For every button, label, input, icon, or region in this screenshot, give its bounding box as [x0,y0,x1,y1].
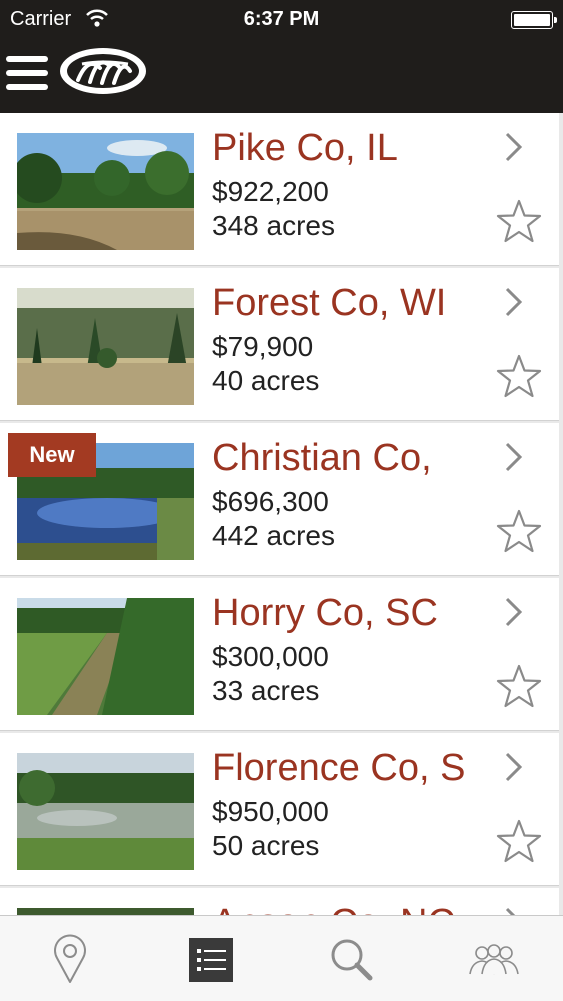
tab-map[interactable] [0,916,140,1001]
search-icon [331,939,373,981]
chevron-right-icon[interactable] [502,131,526,168]
listing-row[interactable]: Forest Co, WI $79,900 40 acres [0,268,559,421]
listing-acres: 348 acres [212,210,335,241]
top-nav-bar [0,38,563,113]
listing-price: $922,200 [212,176,329,207]
battery-icon [511,11,557,29]
listing-title: Horry Co, SC [212,592,438,634]
listing-photo [17,908,194,915]
tab-list[interactable] [140,916,280,1001]
chevron-right-icon[interactable] [502,906,526,915]
favorite-star-icon[interactable] [496,664,542,713]
listing-title: Pike Co, IL [212,127,398,169]
map-pin-icon [54,934,86,983]
listing-acres: 442 acres [212,520,335,551]
favorite-star-icon[interactable] [496,509,542,558]
listing-title: Anson Co, NC [212,902,474,915]
tab-search[interactable] [280,916,420,1001]
listing-row[interactable]: Pike Co, IL $922,200 348 acres [0,113,559,266]
listing-title: Christian Co, [212,437,432,479]
listing-price: $696,300 [212,486,329,517]
listing-price: $79,900 [212,331,314,362]
list-icon [189,938,233,982]
bear-paw-logo-icon[interactable] [58,46,148,101]
listing-row[interactable]: Horry Co, SC $300,000 33 acres [0,578,559,731]
tab-agents[interactable] [420,916,560,1001]
listing-row[interactable]: New Christian Co, $696,300 442 acres [0,423,559,576]
status-time: 6:37 PM [243,8,320,30]
listing-row[interactable]: Anson Co, NC [0,888,559,915]
chevron-right-icon[interactable] [502,286,526,323]
new-listing-badge: New [8,433,96,477]
listing-title: Forest Co, WI [212,282,447,324]
bottom-tab-bar [0,915,563,1001]
listing-photo [17,288,194,405]
listing-title: Florence Co, S [212,747,466,789]
favorite-star-icon[interactable] [496,199,542,248]
chevron-right-icon[interactable] [502,441,526,478]
chevron-right-icon[interactable] [502,596,526,633]
listing-list[interactable]: Pike Co, IL $922,200 348 acres Forest Co… [0,113,563,915]
agents-group-icon [469,944,519,975]
listing-acres: 40 acres [212,365,320,396]
listing-acres: 50 acres [212,830,320,861]
status-bar: Carrier 6:37 PM [0,0,563,38]
listing-acres: 33 acres [212,675,320,706]
chevron-right-icon[interactable] [502,751,526,788]
favorite-star-icon[interactable] [496,354,542,403]
hamburger-menu-icon[interactable] [6,56,48,92]
favorite-star-icon[interactable] [496,819,542,868]
listing-photo [17,133,194,250]
listing-photo [17,598,194,715]
listing-row[interactable]: Florence Co, S $950,000 50 acres [0,733,559,886]
listing-price: $950,000 [212,796,329,827]
listing-price: $300,000 [212,641,329,672]
listing-photo [17,753,194,870]
